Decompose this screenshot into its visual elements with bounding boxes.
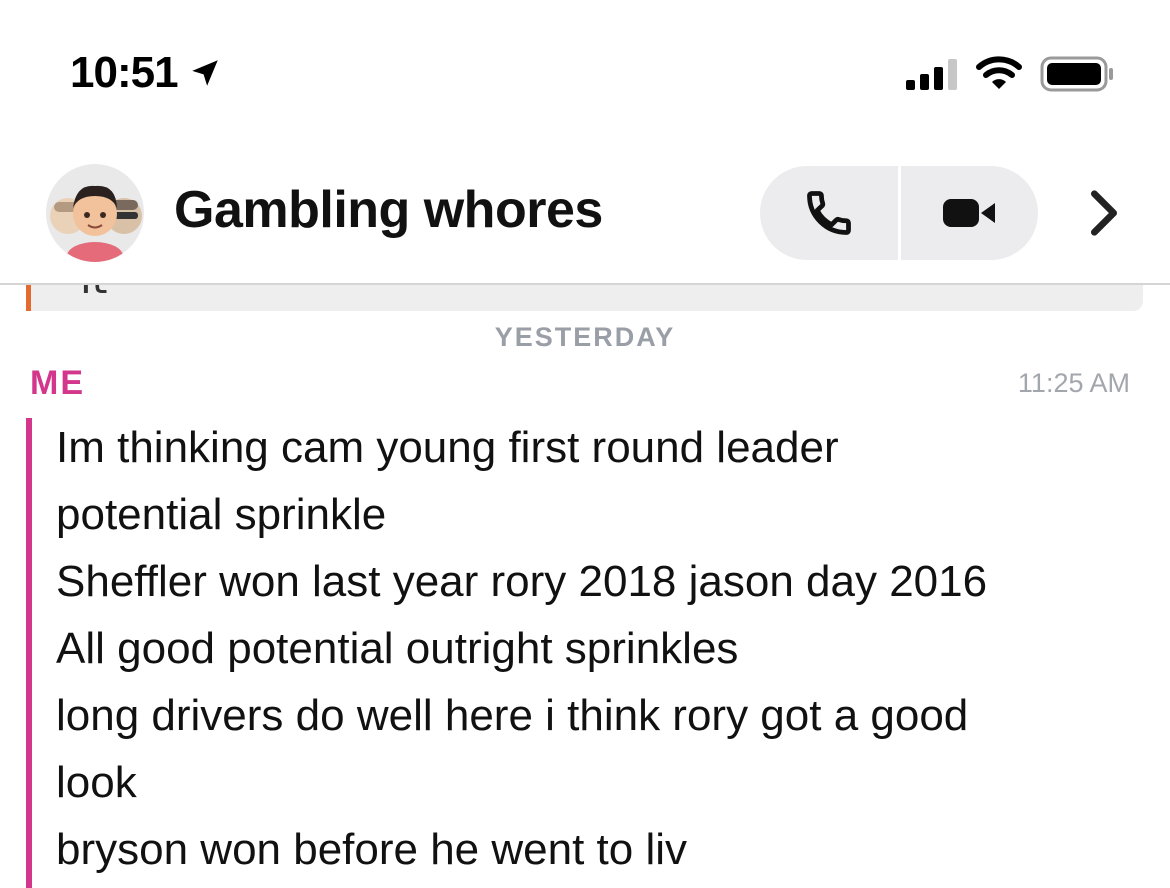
message-line: potential sprinkle	[56, 490, 387, 539]
message-line: long drivers do well here i think rory g…	[56, 691, 969, 740]
message-sender: ME	[30, 364, 85, 402]
message-body[interactable]: Im thinking cam young first round leader…	[56, 414, 1156, 883]
group-avatar-icon	[50, 185, 142, 262]
video-camera-icon	[943, 199, 996, 227]
video-call-button[interactable]	[901, 166, 1039, 260]
status-bar-time: 10:51	[70, 48, 222, 98]
wifi-icon	[976, 56, 1022, 89]
battery-icon	[1040, 56, 1113, 92]
chat-title[interactable]: Gambling whores	[174, 180, 603, 240]
message-line: All good potential outright sprinkles	[56, 624, 739, 673]
quoted-message[interactable]: It	[26, 285, 1143, 311]
chevron-right-icon[interactable]	[1080, 186, 1128, 240]
status-time-text: 10:51	[70, 48, 179, 97]
message-line: Im thinking cam young first round leader	[56, 423, 839, 472]
message-line: Sheffler won last year rory 2018 jason d…	[56, 557, 988, 606]
group-avatar[interactable]	[46, 164, 144, 262]
message-accent-bar	[26, 418, 32, 888]
phone-icon	[806, 191, 851, 235]
location-arrow-icon	[191, 60, 218, 86]
message-line: look	[56, 758, 137, 807]
day-separator: YESTERDAY	[494, 322, 676, 352]
cellular-signal-icon	[906, 58, 957, 90]
voice-call-button[interactable]	[760, 166, 898, 260]
quoted-text: It	[80, 285, 107, 303]
message-line: bryson won before he went to liv	[56, 825, 688, 874]
call-controls	[760, 166, 1038, 260]
message-timestamp: 11:25 AM	[1017, 368, 1130, 398]
quote-accent-bar	[26, 285, 31, 311]
